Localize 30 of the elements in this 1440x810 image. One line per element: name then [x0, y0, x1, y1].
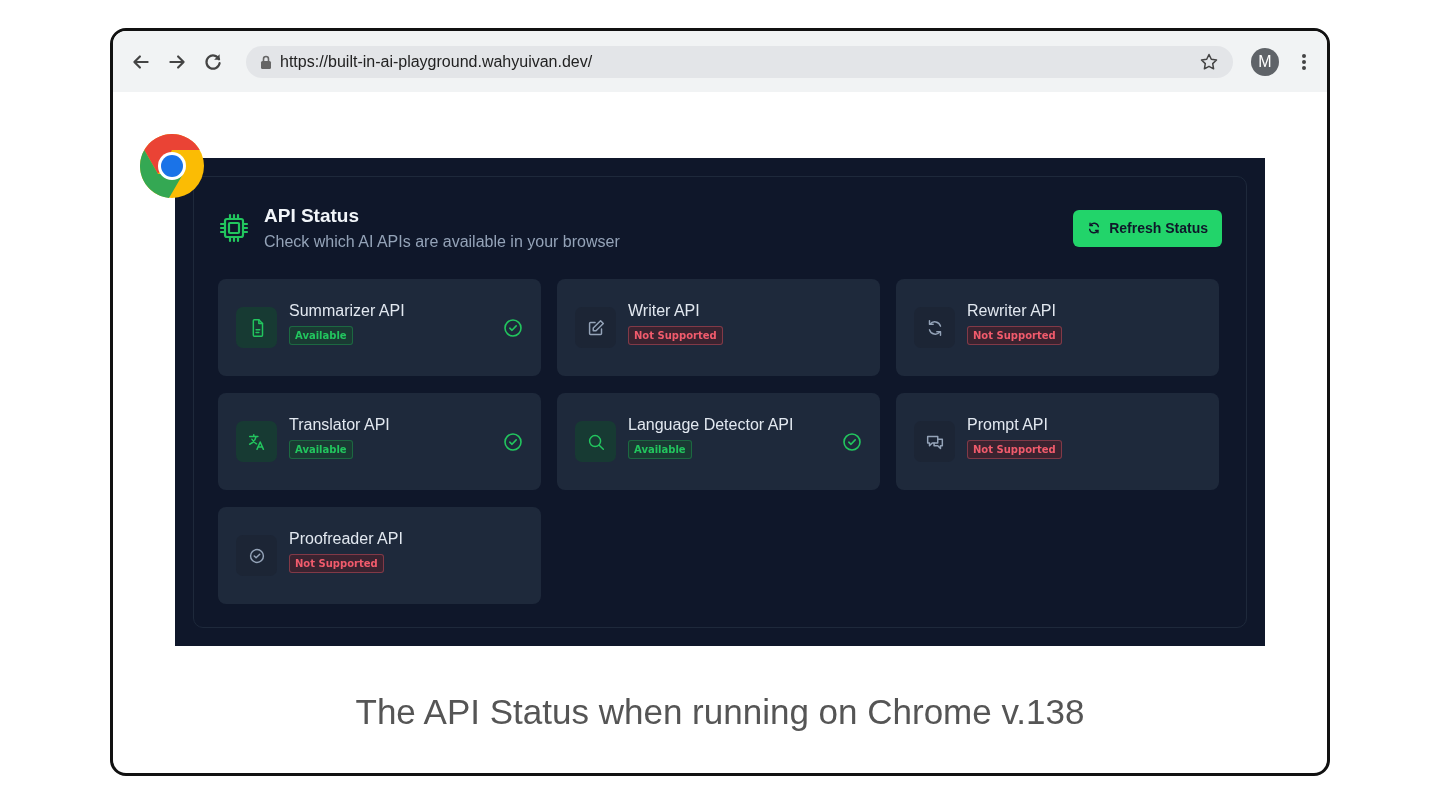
- profile-avatar[interactable]: M: [1251, 47, 1279, 76]
- api-name: Language Detector API: [628, 416, 794, 434]
- status-badge: Available: [289, 440, 353, 459]
- status-badge: Available: [628, 440, 692, 459]
- api-name: Rewriter API: [967, 302, 1056, 320]
- lock-icon: [260, 54, 272, 69]
- refresh-button[interactable]: Refresh Status: [1073, 209, 1222, 247]
- api-name: Translator API: [289, 416, 390, 434]
- chip-icon: [218, 212, 250, 244]
- menu-icon[interactable]: [1301, 51, 1307, 72]
- caption-text: The API Status when running on Chrome v.138: [354, 692, 1086, 732]
- api-name: Writer API: [628, 302, 700, 320]
- check-circle-icon: [503, 317, 523, 338]
- check-circle-icon: [503, 431, 523, 452]
- address-bar[interactable]: https://built-in-ai-playground.wahyuivan.dev/: [246, 45, 1233, 78]
- panel-title: API Status: [264, 205, 361, 227]
- api-name: Summarizer API: [289, 302, 405, 320]
- url-text: https://built-in-ai-playground.wahyuivan.dev/: [280, 52, 594, 71]
- status-badge: Not Supported: [628, 326, 723, 345]
- status-badge: Not Supported: [289, 554, 384, 573]
- status-badge: Available: [289, 326, 353, 345]
- star-icon[interactable]: [1199, 51, 1219, 72]
- api-name: Prompt API: [967, 416, 1048, 434]
- status-badge: Not Supported: [967, 440, 1062, 459]
- panel-subtitle: Check which AI APIs are available in your browser: [264, 233, 621, 251]
- refresh-icon: [1087, 221, 1102, 235]
- api-name: Proofreader API: [289, 530, 403, 548]
- browser-logo-icon: [140, 134, 204, 198]
- status-badge: Not Supported: [967, 326, 1062, 345]
- check-circle-icon: [842, 431, 862, 452]
